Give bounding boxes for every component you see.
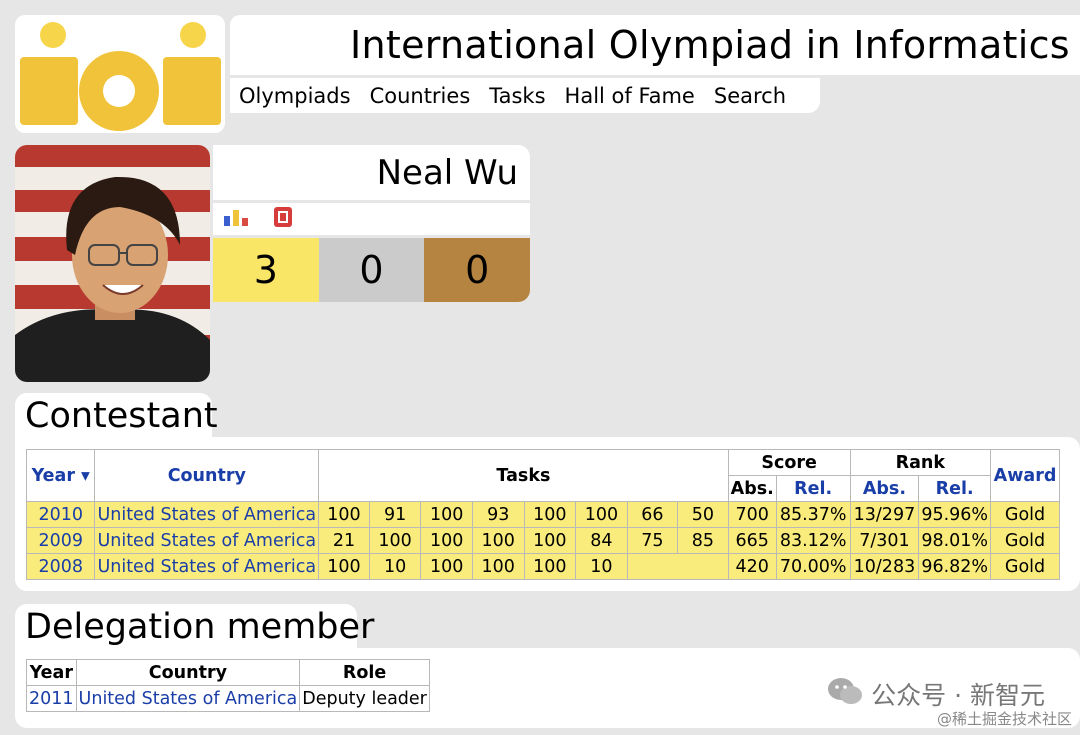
site-title-bar: International Olympiad in Informatics – — [230, 15, 1080, 75]
contestant-table: Year ▾ Country Tasks Score Rank Award Ab… — [25, 449, 1060, 580]
year-link[interactable]: 2011 — [26, 685, 77, 712]
country-link[interactable]: United States of America — [75, 685, 301, 712]
task-score: 21 — [318, 527, 370, 554]
contestant-name: Neal Wu — [376, 153, 518, 193]
task-score: 75 — [626, 527, 679, 554]
country-link[interactable]: United States of America — [94, 553, 320, 580]
delegation-role-header: Role — [299, 659, 430, 686]
rank-abs-header[interactable]: Abs. — [849, 475, 920, 502]
table-row: 2010 United States of America 100 91 100… — [25, 501, 1060, 528]
task-score: 93 — [471, 501, 525, 528]
score-rel: 70.00% — [775, 553, 851, 580]
task-score: 100 — [420, 501, 473, 528]
task-score: 100 — [318, 501, 370, 528]
task-score: 100 — [420, 553, 473, 580]
rank-rel: 96.82% — [918, 553, 992, 580]
task-score: 100 — [523, 501, 577, 528]
ioi-logo[interactable] — [15, 15, 225, 133]
nav-hall-of-fame[interactable]: Hall of Fame — [565, 84, 695, 108]
task-score: 85 — [677, 527, 729, 554]
score-abs: 420 — [727, 553, 777, 580]
country-column-header[interactable]: Country — [94, 449, 320, 502]
score-rel: 83.12% — [775, 527, 851, 554]
year-link[interactable]: 2009 — [25, 527, 96, 554]
country-link[interactable]: United States of America — [94, 501, 320, 528]
award: Gold — [990, 553, 1060, 580]
table-row: 2011 United States of America Deputy lea… — [26, 685, 430, 712]
nav-search[interactable]: Search — [714, 84, 786, 108]
ioi-logo-graphic — [20, 22, 221, 131]
task-score: 91 — [368, 501, 422, 528]
award: Gold — [990, 501, 1060, 528]
year-link[interactable]: 2010 — [25, 501, 96, 528]
task-score: 100 — [471, 527, 525, 554]
rank-abs: 13/297 — [849, 501, 920, 528]
role: Deputy leader — [299, 685, 430, 712]
wechat-icon — [827, 676, 863, 712]
bar-chart-icon[interactable] — [223, 207, 251, 231]
nav-tasks[interactable]: Tasks — [489, 84, 545, 108]
contestant-photo — [15, 145, 210, 382]
rank-rel: 95.96% — [918, 501, 992, 528]
delegation-table: Year Country Role 2011 United States of … — [26, 659, 430, 712]
watermark-sub-text: @稀土掘金技术社区 — [936, 710, 1072, 728]
main-nav: Olympiads Countries Tasks Hall of Fame S… — [230, 78, 820, 113]
score-abs: 665 — [727, 527, 777, 554]
delegation-country-header: Country — [75, 659, 301, 686]
rank-abs: 7/301 — [849, 527, 920, 554]
profile-card-icon[interactable] — [273, 206, 293, 232]
task-score: 66 — [626, 501, 679, 528]
profile-icon-row — [213, 203, 530, 235]
award-column-header[interactable]: Award — [990, 449, 1060, 502]
contestant-photo-image — [15, 145, 210, 382]
country-link[interactable]: United States of America — [94, 527, 320, 554]
score-column-header: Score — [727, 449, 851, 476]
task-score: 50 — [677, 501, 729, 528]
tasks-column-header: Tasks — [318, 449, 729, 502]
task-score: 100 — [471, 553, 525, 580]
table-row: 2009 United States of America 21 100 100… — [25, 527, 1060, 554]
delegation-year-header: Year — [26, 659, 77, 686]
task-score-empty — [626, 553, 729, 580]
site-title: International Olympiad in Informatics – — [350, 23, 1080, 67]
task-score: 100 — [368, 527, 422, 554]
task-score: 84 — [575, 527, 628, 554]
silver-medal-count: 0 — [318, 238, 425, 302]
task-score: 100 — [523, 527, 577, 554]
award: Gold — [990, 527, 1060, 554]
task-score: 10 — [575, 553, 628, 580]
delegation-heading: Delegation member — [15, 604, 374, 650]
task-score: 100 — [575, 501, 628, 528]
task-score: 100 — [420, 527, 473, 554]
contestant-heading: Contestant — [15, 393, 218, 439]
score-abs-header: Abs. — [727, 475, 777, 502]
nav-countries[interactable]: Countries — [370, 84, 471, 108]
contestant-name-box: Neal Wu — [213, 145, 530, 200]
score-rel-header[interactable]: Rel. — [775, 475, 851, 502]
year-column-header[interactable]: Year ▾ — [25, 449, 96, 502]
watermark: 公众号 · 新智元 — [827, 676, 1045, 712]
rank-abs: 10/283 — [849, 553, 920, 580]
bronze-medal-count: 0 — [424, 238, 530, 302]
score-rel: 85.37% — [775, 501, 851, 528]
watermark-main-text: 公众号 · 新智元 — [871, 681, 1045, 710]
task-score: 10 — [368, 553, 422, 580]
score-abs: 700 — [727, 501, 777, 528]
year-link[interactable]: 2008 — [25, 553, 96, 580]
rank-rel: 98.01% — [918, 527, 992, 554]
table-row: 2008 United States of America 100 10 100… — [25, 553, 1060, 580]
rank-column-header: Rank — [849, 449, 992, 476]
gold-medal-count: 3 — [213, 238, 319, 302]
task-score: 100 — [318, 553, 370, 580]
task-score: 100 — [523, 553, 577, 580]
rank-rel-header[interactable]: Rel. — [918, 475, 992, 502]
medal-counts: 3 0 0 — [213, 238, 530, 302]
nav-olympiads[interactable]: Olympiads — [239, 84, 351, 108]
